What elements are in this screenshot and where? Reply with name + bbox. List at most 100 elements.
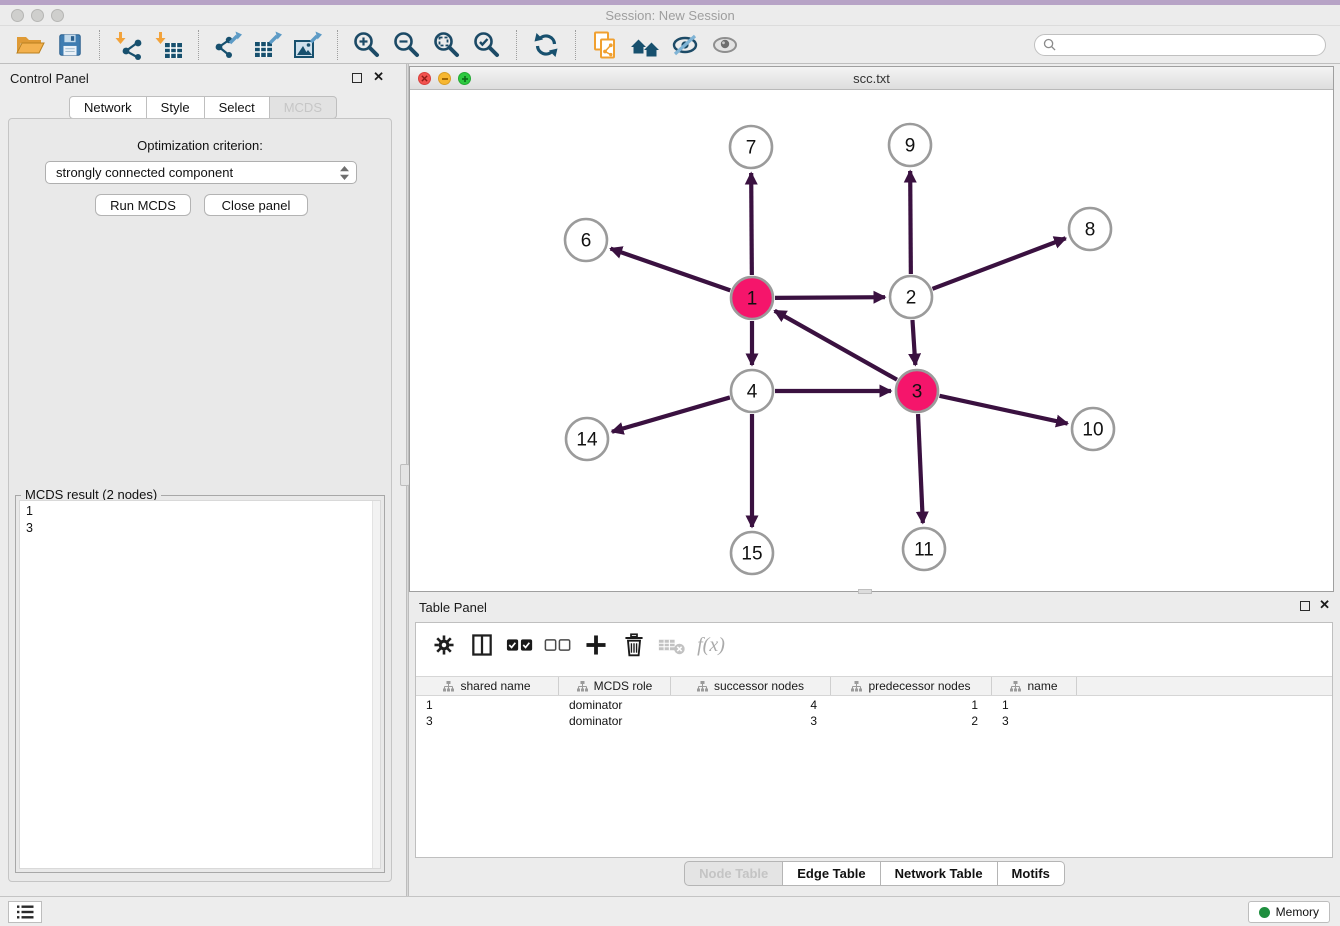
close-panel-button[interactable]: Close panel	[204, 194, 308, 216]
select-all-icon[interactable]	[504, 630, 536, 660]
graph-edge-1-2[interactable]	[775, 297, 885, 298]
tab-edge-table[interactable]: Edge Table	[783, 861, 880, 886]
control-panel: Control Panel ✕ NetworkStyleSelectMCDS O…	[0, 64, 406, 896]
table-rows: 1dominator4113dominator323	[416, 697, 1332, 729]
table-cell[interactable]: 1	[831, 697, 992, 713]
column-header-predecessor-nodes[interactable]: predecessor nodes	[831, 677, 992, 695]
result-scrollbar[interactable]	[372, 501, 380, 868]
network-window-titlebar[interactable]: scc.txt	[410, 67, 1333, 90]
tab-network[interactable]: Network	[69, 96, 147, 119]
mcds-result-group: MCDS result (2 nodes) 13	[15, 495, 385, 873]
delete-row-icon[interactable]	[618, 630, 650, 660]
graph-node-label-6: 6	[581, 231, 592, 252]
import-table-icon[interactable]	[152, 29, 186, 61]
mcds-result-lines: 13	[26, 503, 374, 537]
table-cell[interactable]: 1	[992, 697, 1077, 713]
search-input[interactable]	[1061, 38, 1317, 52]
zoom-selected-icon[interactable]	[470, 29, 504, 61]
horizontal-splitter-grip[interactable]	[858, 589, 872, 594]
column-header-successor-nodes[interactable]: successor nodes	[671, 677, 831, 695]
task-history-button[interactable]	[8, 901, 42, 923]
graph-edge-2-8[interactable]	[933, 238, 1066, 289]
control-panel-header: Control Panel ✕	[0, 70, 406, 88]
table-cell[interactable]: 3	[416, 713, 559, 729]
export-table-icon[interactable]	[251, 29, 285, 61]
table-cell[interactable]: dominator	[559, 697, 671, 713]
tab-node-table[interactable]: Node Table	[684, 861, 783, 886]
table-panel-float-icon[interactable]	[1300, 601, 1310, 611]
column-header-shared-name[interactable]: shared name	[416, 677, 559, 695]
search-field[interactable]	[1034, 34, 1326, 56]
network-view-window: scc.txt 1234678910111415	[409, 66, 1334, 592]
refresh-icon[interactable]	[529, 29, 563, 61]
attribute-tree-icon	[1010, 681, 1021, 692]
graph-node-label-9: 9	[905, 136, 916, 157]
settings-gear-icon[interactable]	[428, 630, 460, 660]
network-canvas-svg[interactable]: 1234678910111415	[410, 90, 1333, 591]
table-cell[interactable]: dominator	[559, 713, 671, 729]
table-row[interactable]: 3dominator323	[416, 713, 1332, 729]
attribute-tree-icon	[443, 681, 454, 692]
control-panel-tabs: NetworkStyleSelectMCDS	[0, 96, 406, 119]
function-builder-icon: f(x)	[694, 630, 726, 660]
mcds-result-list[interactable]: 13	[19, 500, 381, 869]
import-network-icon[interactable]	[112, 29, 146, 61]
criterion-dropdown[interactable]: strongly connected component	[45, 161, 357, 184]
tab-style[interactable]: Style	[147, 96, 205, 119]
result-line: 1	[26, 503, 374, 520]
toolbar-separator	[575, 30, 576, 60]
tab-network-table[interactable]: Network Table	[881, 861, 998, 886]
deselect-all-icon[interactable]	[542, 630, 574, 660]
graph-edge-2-3[interactable]	[912, 320, 915, 365]
graph-edge-3-10[interactable]	[939, 396, 1067, 424]
show-all-icon[interactable]	[708, 29, 742, 61]
optimization-criterion-label: Optimization criterion:	[9, 138, 391, 153]
table-row[interactable]: 1dominator411	[416, 697, 1332, 713]
show-column-icon[interactable]	[466, 630, 498, 660]
open-file-icon[interactable]	[13, 29, 47, 61]
table-cell[interactable]: 3	[992, 713, 1077, 729]
memory-label: Memory	[1276, 905, 1319, 919]
column-header-mcds-role[interactable]: MCDS role	[559, 677, 671, 695]
memory-button[interactable]: Memory	[1248, 901, 1330, 923]
criterion-dropdown-value: strongly connected component	[56, 165, 233, 180]
graph-edge-3-1[interactable]	[775, 311, 897, 380]
export-network-icon[interactable]	[211, 29, 245, 61]
toolbar-separator	[99, 30, 100, 60]
table-cell[interactable]: 2	[831, 713, 992, 729]
table-cell[interactable]: 1	[416, 697, 559, 713]
add-row-icon[interactable]	[580, 630, 612, 660]
column-header-label: predecessor nodes	[868, 679, 970, 693]
graph-edge-1-6[interactable]	[611, 249, 731, 291]
column-header-label: shared name	[460, 679, 530, 693]
table-cell[interactable]: 3	[671, 713, 831, 729]
control-panel-float-icon[interactable]	[352, 73, 362, 83]
save-session-icon[interactable]	[53, 29, 87, 61]
zoom-out-icon[interactable]	[390, 29, 424, 61]
graph-edge-4-14[interactable]	[612, 397, 730, 431]
app-titlebar: Session: New Session	[0, 5, 1340, 26]
graph-edge-2-9[interactable]	[910, 171, 911, 274]
graph-node-label-11: 11	[914, 540, 934, 561]
tab-motifs[interactable]: Motifs	[998, 861, 1065, 886]
export-image-icon[interactable]	[291, 29, 325, 61]
run-mcds-button[interactable]: Run MCDS	[95, 194, 191, 216]
graph-edge-1-7[interactable]	[751, 173, 752, 275]
new-network-from-selection-icon[interactable]	[588, 29, 622, 61]
graph-edge-3-11[interactable]	[918, 414, 923, 523]
tab-select[interactable]: Select	[205, 96, 270, 119]
memory-status-icon	[1259, 907, 1270, 918]
graph-edges	[611, 171, 1068, 527]
zoom-fit-icon[interactable]	[430, 29, 464, 61]
column-header-label: successor nodes	[714, 679, 804, 693]
table-panel-close-icon[interactable]: ✕	[1319, 597, 1330, 613]
tab-mcds[interactable]: MCDS	[270, 96, 337, 119]
graph-node-label-7: 7	[746, 138, 757, 159]
apply-layout-icon[interactable]	[628, 29, 662, 61]
hide-selected-icon[interactable]	[668, 29, 702, 61]
column-header-name[interactable]: name	[992, 677, 1077, 695]
table-cell[interactable]: 4	[671, 697, 831, 713]
control-panel-close-icon[interactable]: ✕	[373, 69, 384, 85]
zoom-in-icon[interactable]	[350, 29, 384, 61]
control-panel-title: Control Panel	[10, 71, 89, 86]
